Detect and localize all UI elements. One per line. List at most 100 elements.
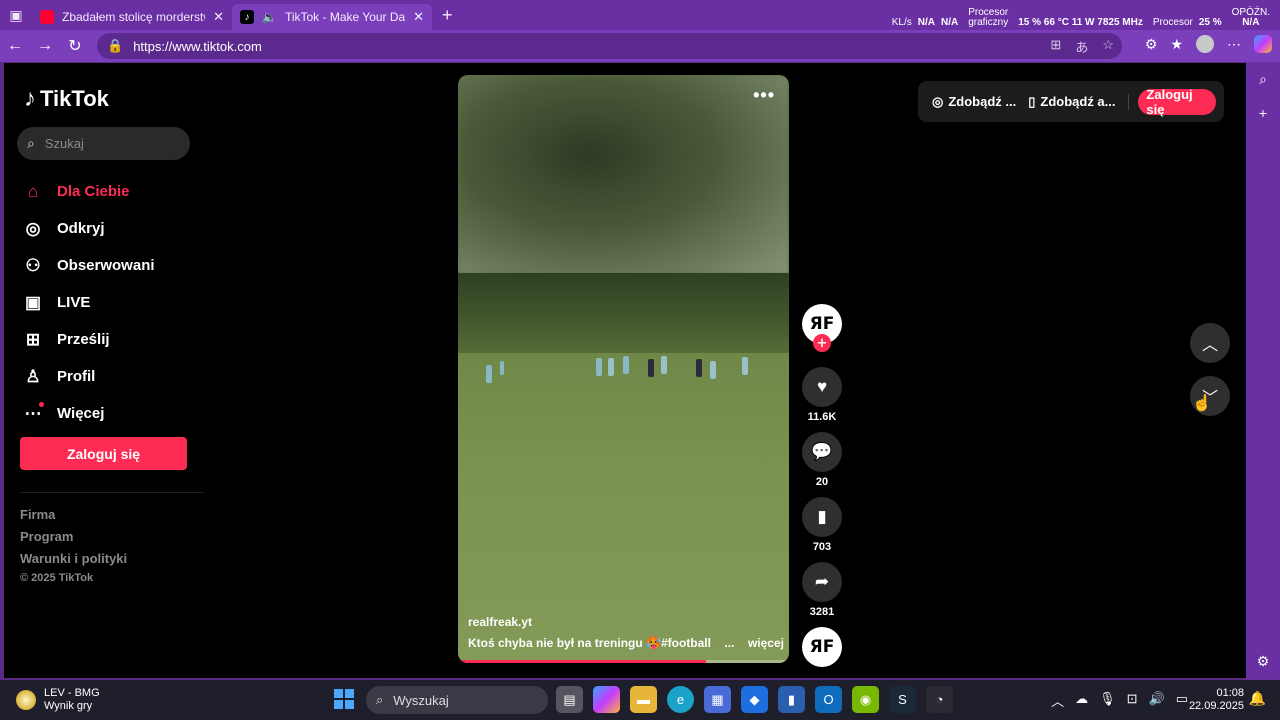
- bookmark-icon: ▮: [817, 507, 827, 526]
- share-count: 3281: [809, 606, 835, 618]
- tiktok-note-icon: ♪: [24, 85, 36, 112]
- browser-tab-youtube[interactable]: Zbadałem stolicę morderstw na św ✕: [32, 4, 232, 30]
- sidebar-item-label: Obserwowani: [57, 257, 155, 274]
- close-tab-icon[interactable]: ✕: [413, 9, 424, 25]
- footer-link-terms[interactable]: Warunki i polityki: [20, 548, 127, 570]
- search-icon: ⌕: [376, 692, 384, 707]
- sidebar-item-upload[interactable]: ⊞ Prześlij: [23, 321, 155, 358]
- nvidia-icon[interactable]: ◉: [852, 686, 879, 713]
- gpu-values: 15 % 66 °C 11 W 7825 MHz: [1018, 17, 1143, 28]
- sidebar-item-following[interactable]: ⚇ Obserwowani: [23, 247, 155, 284]
- task-view-icon[interactable]: ▤: [556, 686, 583, 713]
- start-button[interactable]: [334, 689, 354, 709]
- translate-icon[interactable]: あ: [1075, 37, 1088, 56]
- previous-video-button[interactable]: ︿: [1190, 323, 1230, 363]
- refresh-icon[interactable]: ↻: [60, 31, 90, 61]
- speaker-icon[interactable]: 🔈: [262, 10, 277, 24]
- dropbox-icon[interactable]: ◆: [741, 686, 768, 713]
- save-button[interactable]: ▮: [802, 497, 842, 537]
- sidebar-item-for-you[interactable]: ⌂ Dla Ciebie: [23, 173, 155, 210]
- new-tab-button[interactable]: +: [432, 5, 463, 26]
- app-available-icon[interactable]: ⊞: [1050, 37, 1061, 56]
- battery-icon[interactable]: ▭: [1176, 691, 1188, 710]
- sidebar-item-label: Dla Ciebie: [57, 183, 130, 200]
- edge-sidebar: ⌕ + ⚙: [1246, 62, 1280, 680]
- extensions-icon[interactable]: ⚙: [1145, 36, 1158, 53]
- outlook-icon[interactable]: O: [815, 686, 842, 713]
- notifications-bell-icon[interactable]: 🔔: [1249, 690, 1266, 707]
- profile-avatar-icon[interactable]: [1196, 35, 1214, 53]
- forward-arrow-icon[interactable]: →: [30, 31, 60, 61]
- video-player-figure: [608, 358, 614, 376]
- sidebar-add-icon[interactable]: +: [1246, 96, 1280, 130]
- sound-avatar[interactable]: ЯF: [802, 627, 842, 667]
- search-placeholder: Szukaj: [44, 136, 84, 151]
- app-blue-icon[interactable]: ▮: [778, 686, 805, 713]
- comment-button[interactable]: 💬: [802, 432, 842, 472]
- favorites-icon[interactable]: ★: [1170, 36, 1183, 53]
- compass-icon: ◎: [25, 218, 41, 238]
- settings-more-icon[interactable]: ⋯: [1227, 36, 1241, 53]
- video-author[interactable]: realfreak.yt: [468, 615, 532, 629]
- top-action-bar: ◎ Zdobądź ... ▯ Zdobądź a... Zaloguj się: [918, 81, 1224, 122]
- youtube-favicon-icon: [40, 10, 54, 24]
- app-gauge-icon[interactable]: ◔: [926, 686, 953, 713]
- copilot-app-icon[interactable]: [593, 686, 620, 713]
- url-bar[interactable]: 🔒 https://www.tiktok.com ⊞ あ ☆: [97, 33, 1122, 59]
- file-explorer-icon[interactable]: ▬: [630, 686, 657, 713]
- store-icon[interactable]: ▦: [704, 686, 731, 713]
- get-app-button[interactable]: ▯ Zdobądź a...: [1022, 87, 1121, 117]
- top-login-button[interactable]: Zaloguj się: [1138, 87, 1216, 117]
- cloud-icon[interactable]: ☁: [1075, 691, 1088, 710]
- search-input[interactable]: ⌕ Szukaj: [17, 127, 190, 160]
- like-button[interactable]: ♥: [802, 367, 842, 407]
- system-overlay: KL/s N/A N/A Procesor graficzny 15 % 66 …: [892, 0, 1270, 30]
- sidebar-item-label: LIVE: [57, 294, 91, 311]
- footer-link-program[interactable]: Program: [20, 526, 127, 548]
- profile-icon: ♙: [25, 366, 41, 386]
- sidebar-search-icon[interactable]: ⌕: [1246, 62, 1280, 96]
- copilot-icon[interactable]: [1254, 35, 1272, 53]
- browser-tab-tiktok[interactable]: ♪ 🔈 TikTok - Make Your Day ✕: [232, 4, 432, 30]
- copyright: © 2025 TikTok: [20, 572, 94, 584]
- chevron-up-icon[interactable]: ︿: [1051, 691, 1064, 710]
- footer-link-company[interactable]: Firma: [20, 504, 127, 526]
- video-player-figure: [742, 357, 748, 375]
- sidebar-item-explore[interactable]: ◎ Odkryj: [23, 210, 155, 247]
- video-player-figure: [648, 359, 654, 377]
- tab-actions-icon[interactable]: ▣: [0, 0, 32, 30]
- video-player[interactable]: ••• realfreak.yt Ktoś chyba nie był na t…: [458, 75, 789, 663]
- creator-avatar[interactable]: ЯF +: [802, 304, 842, 352]
- caption-more-button[interactable]: więcej: [748, 636, 784, 650]
- sidebar-item-more[interactable]: ⋯ Więcej: [23, 395, 155, 432]
- search-icon: ⌕: [27, 135, 35, 151]
- back-arrow-icon[interactable]: ←: [0, 31, 30, 61]
- sidebar-item-live[interactable]: ▣ LIVE: [23, 284, 155, 321]
- video-progress-bar[interactable]: [458, 660, 789, 663]
- follow-plus-icon[interactable]: +: [813, 334, 831, 352]
- share-button[interactable]: ➦: [802, 562, 842, 602]
- network-icon[interactable]: ⊡: [1127, 691, 1138, 710]
- sidebar-item-profile[interactable]: ♙ Profil: [23, 358, 155, 395]
- gpu-label-line-2: graficzny: [968, 17, 1009, 28]
- lock-icon[interactable]: 🔒: [107, 38, 123, 54]
- widget-news[interactable]: LEV - BMG Wynik gry: [16, 687, 100, 713]
- close-tab-icon[interactable]: ✕: [213, 9, 224, 25]
- sidebar-settings-icon[interactable]: ⚙: [1246, 644, 1280, 678]
- taskbar-clock[interactable]: 01:08 22.09.2025: [1189, 687, 1244, 713]
- sidebar-login-button[interactable]: Zaloguj się: [20, 437, 187, 470]
- caption-text: Ktoś chyba nie był na treningu 🥵#footbal…: [468, 636, 711, 650]
- volume-icon[interactable]: 🔊: [1149, 691, 1165, 710]
- video-more-icon[interactable]: •••: [753, 85, 775, 106]
- sidebar-footer: Firma Program Warunki i polityki © 2025 …: [20, 504, 127, 584]
- tiktok-logo[interactable]: ♪ TikTok: [24, 85, 109, 113]
- url-text[interactable]: https://www.tiktok.com: [133, 39, 262, 54]
- favorite-star-icon[interactable]: ☆: [1102, 37, 1114, 56]
- microphone-icon[interactable]: 🎙: [1099, 691, 1116, 710]
- tiktok-page: ♪ TikTok ⌕ Szukaj ⌂ Dla Ciebie ◎ Odkryj …: [4, 63, 1246, 678]
- steam-icon[interactable]: S: [889, 686, 916, 713]
- taskbar-search-input[interactable]: ⌕ Wyszukaj: [366, 686, 548, 714]
- edge-icon[interactable]: e: [667, 686, 694, 713]
- video-player-figure: [710, 361, 716, 379]
- get-coins-button[interactable]: ◎ Zdobądź ...: [926, 87, 1022, 117]
